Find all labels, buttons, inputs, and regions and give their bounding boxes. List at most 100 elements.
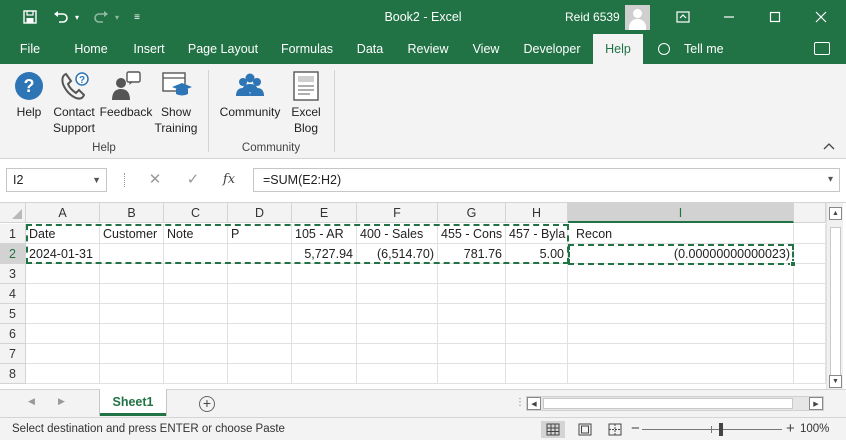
row-header-2[interactable]: 2	[0, 244, 26, 264]
tab-review[interactable]: Review	[400, 34, 456, 64]
cell-g3[interactable]	[438, 264, 506, 284]
cell-b2[interactable]	[100, 244, 164, 264]
cell-d6[interactable]	[228, 324, 292, 344]
cell-i2[interactable]: (0.00000000000023)	[568, 244, 794, 264]
show-training-button[interactable]: Show Training	[153, 70, 199, 136]
redo-icon[interactable]	[90, 0, 112, 34]
zoom-level[interactable]: 100%	[800, 418, 829, 440]
zoom-out-icon[interactable]: −	[631, 420, 640, 438]
formula-bar-grip[interactable]	[124, 173, 126, 187]
cell-c3[interactable]	[164, 264, 228, 284]
cell-b4[interactable]	[100, 284, 164, 304]
cell-d8[interactable]	[228, 364, 292, 384]
tab-insert[interactable]: Insert	[124, 34, 174, 64]
tab-home[interactable]: Home	[66, 34, 116, 64]
community-button[interactable]: Community	[216, 70, 284, 120]
cell-j3[interactable]	[794, 264, 826, 284]
row-header-3[interactable]: 3	[0, 264, 26, 284]
cell-i5[interactable]	[568, 304, 794, 324]
cell-f2[interactable]: (6,514.70)	[357, 244, 438, 264]
cell-g5[interactable]	[438, 304, 506, 324]
cell-i6[interactable]	[568, 324, 794, 344]
cell-j2[interactable]	[794, 244, 826, 264]
cell-b8[interactable]	[100, 364, 164, 384]
cell-i1[interactable]: Recon	[568, 224, 794, 244]
name-box[interactable]: I2 ▼	[6, 168, 107, 192]
cell-e8[interactable]	[292, 364, 357, 384]
cell-c5[interactable]	[164, 304, 228, 324]
column-header-empty[interactable]	[794, 203, 826, 223]
cell-e3[interactable]	[292, 264, 357, 284]
cell-c6[interactable]	[164, 324, 228, 344]
cell-h4[interactable]	[506, 284, 568, 304]
cell-d3[interactable]	[228, 264, 292, 284]
cell-d4[interactable]	[228, 284, 292, 304]
scroll-up-icon[interactable]: ▲	[829, 207, 842, 220]
cell-i8[interactable]	[568, 364, 794, 384]
horizontal-scrollbar[interactable]: ◀ ▶	[526, 396, 824, 411]
customize-toolbar-icon[interactable]: ≡	[130, 0, 144, 34]
cell-c1[interactable]: Note	[164, 224, 228, 244]
row-header-4[interactable]: 4	[0, 284, 26, 304]
scroll-down-icon[interactable]: ▼	[829, 375, 842, 388]
cell-a7[interactable]	[26, 344, 100, 364]
column-header-f[interactable]: F	[357, 203, 438, 223]
tell-me-search[interactable]: Tell me	[658, 34, 724, 64]
cell-d7[interactable]	[228, 344, 292, 364]
cell-g1[interactable]: 455 - Cons	[438, 224, 506, 244]
column-header-b[interactable]: B	[100, 203, 164, 223]
cell-d2[interactable]	[228, 244, 292, 264]
cell-h3[interactable]	[506, 264, 568, 284]
tab-split-handle[interactable]: ⋮	[515, 397, 526, 408]
cell-a6[interactable]	[26, 324, 100, 344]
cell-j8[interactable]	[794, 364, 826, 384]
cell-a4[interactable]	[26, 284, 100, 304]
row-header-8[interactable]: 8	[0, 364, 26, 384]
row-header-1[interactable]: 1	[0, 224, 26, 244]
cell-f1[interactable]: 400 - Sales	[357, 224, 438, 244]
redo-dropdown-icon[interactable]: ▾	[112, 0, 122, 34]
column-header-a[interactable]: A	[26, 203, 100, 223]
cell-f7[interactable]	[357, 344, 438, 364]
select-all-corner[interactable]	[0, 203, 26, 223]
chevron-down-icon[interactable]: ▼	[92, 169, 101, 191]
cell-i4[interactable]	[568, 284, 794, 304]
zoom-in-icon[interactable]: +	[786, 420, 795, 438]
column-header-e[interactable]: E	[292, 203, 357, 223]
cell-j7[interactable]	[794, 344, 826, 364]
cell-f4[interactable]	[357, 284, 438, 304]
cell-f3[interactable]	[357, 264, 438, 284]
tab-page-layout[interactable]: Page Layout	[182, 34, 264, 64]
prev-sheet-icon[interactable]: ◀	[28, 396, 35, 407]
cell-c4[interactable]	[164, 284, 228, 304]
cell-b7[interactable]	[100, 344, 164, 364]
cell-d5[interactable]	[228, 304, 292, 324]
enter-icon[interactable]: ✓	[181, 168, 205, 192]
cell-c8[interactable]	[164, 364, 228, 384]
avatar[interactable]	[625, 5, 650, 30]
normal-view-icon[interactable]	[541, 421, 565, 438]
cell-a3[interactable]	[26, 264, 100, 284]
next-sheet-icon[interactable]: ▶	[58, 396, 65, 407]
excel-blog-button[interactable]: Excel Blog	[286, 70, 326, 136]
tab-formulas[interactable]: Formulas	[272, 34, 342, 64]
tab-developer[interactable]: Developer	[516, 34, 588, 64]
row-header-5[interactable]: 5	[0, 304, 26, 324]
scroll-right-icon[interactable]: ▶	[809, 397, 823, 410]
collapse-ribbon-icon[interactable]	[822, 142, 836, 154]
comments-icon[interactable]	[814, 42, 830, 55]
cell-f6[interactable]	[357, 324, 438, 344]
page-layout-view-icon[interactable]	[573, 421, 597, 438]
formula-input[interactable]: =SUM(E2:H2) ▾	[253, 168, 840, 192]
cell-h8[interactable]	[506, 364, 568, 384]
column-header-g[interactable]: G	[438, 203, 506, 223]
cell-i7[interactable]	[568, 344, 794, 364]
row-header-6[interactable]: 6	[0, 324, 26, 344]
page-break-preview-icon[interactable]	[603, 421, 627, 438]
cell-e5[interactable]	[292, 304, 357, 324]
help-button[interactable]: ? Help	[10, 70, 48, 120]
cell-j5[interactable]	[794, 304, 826, 324]
cell-j1[interactable]	[794, 224, 826, 244]
minimize-icon[interactable]	[706, 0, 752, 34]
column-header-h[interactable]: H	[506, 203, 568, 223]
